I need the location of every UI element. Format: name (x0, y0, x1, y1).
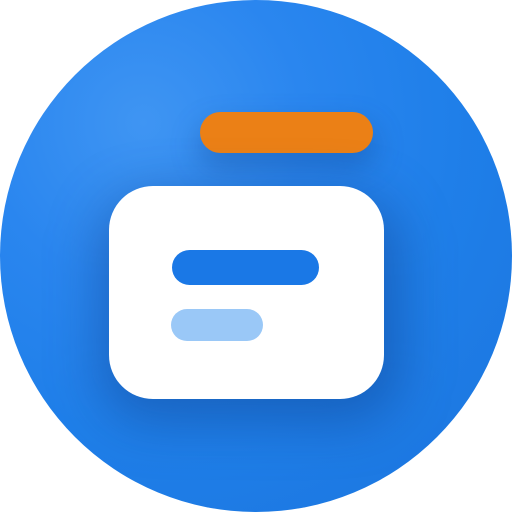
icon-canvas (0, 0, 512, 512)
app-icon (0, 0, 512, 512)
orange-tab-bar (200, 112, 373, 153)
primary-text-line (172, 250, 319, 285)
white-card (109, 186, 384, 399)
secondary-text-line (171, 309, 263, 341)
